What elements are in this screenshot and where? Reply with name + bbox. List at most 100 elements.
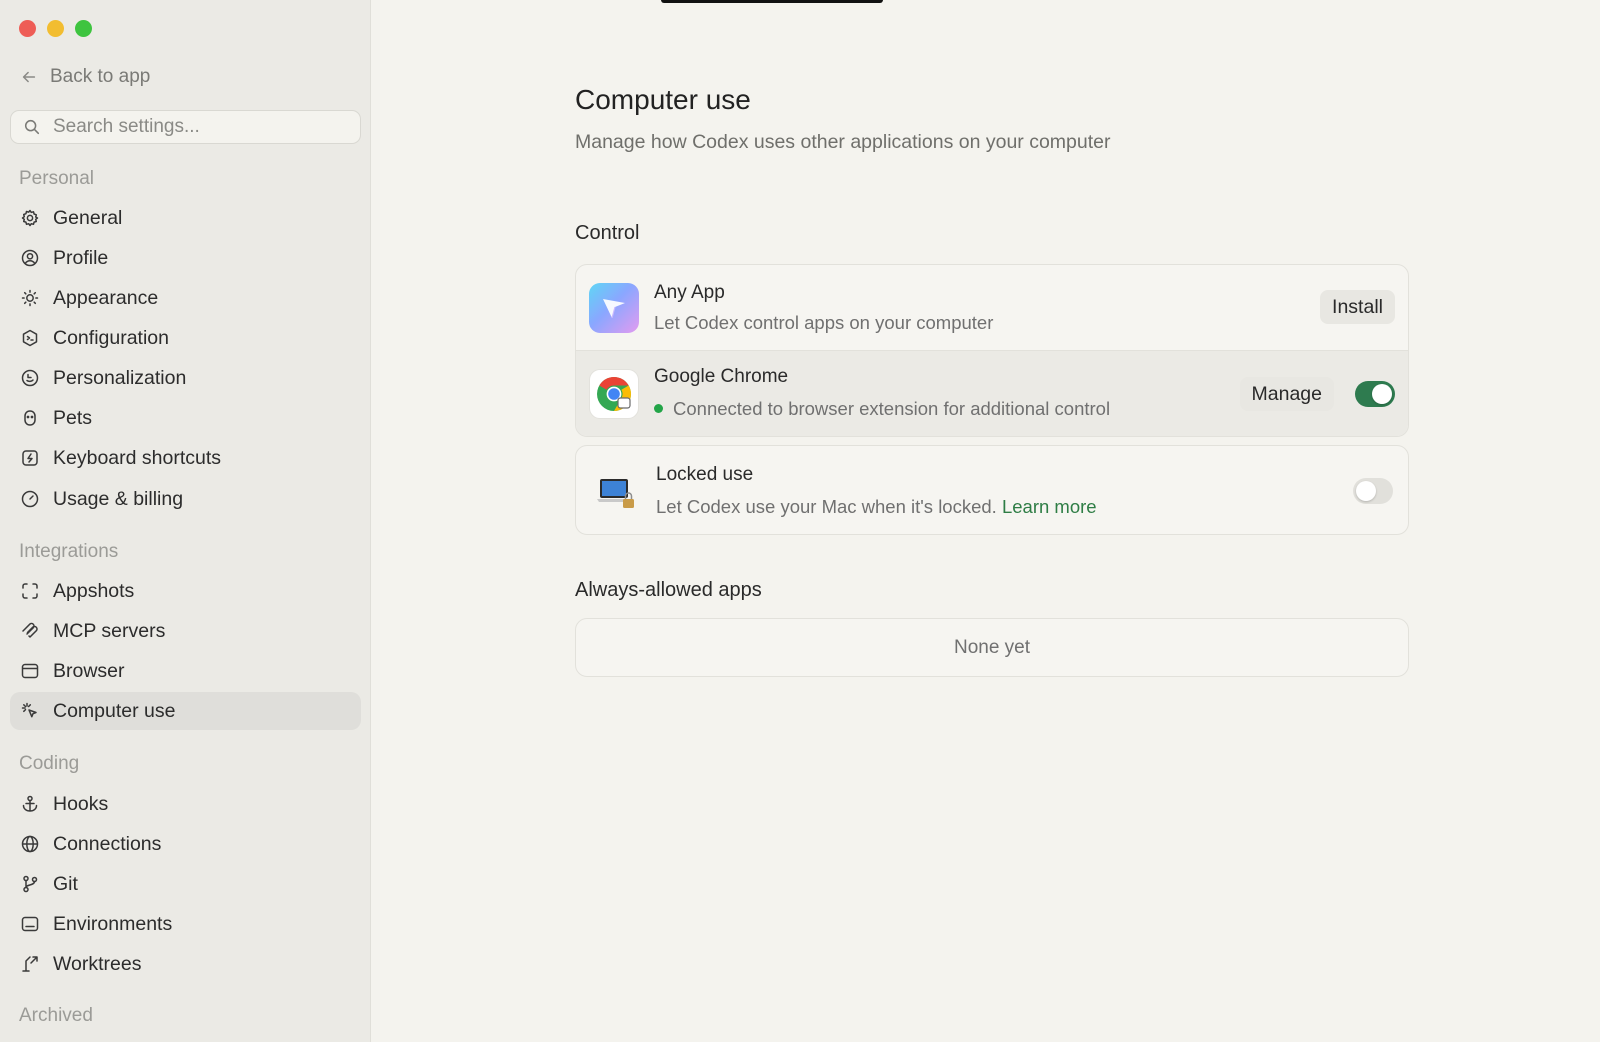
search-box[interactable] — [10, 110, 361, 144]
sidebar-item-appearance[interactable]: Appearance — [10, 279, 361, 317]
sidebar-item-usage-billing[interactable]: Usage & billing — [10, 480, 361, 518]
window-top-notch — [661, 0, 883, 3]
worktree-icon — [22, 956, 38, 972]
page-title: Computer use — [575, 84, 751, 115]
locked-use-description-text: Let Codex use your Mac when it's locked. — [656, 496, 997, 517]
locked-use-card: Locked use Let Codex use your Mac when i… — [575, 445, 1409, 535]
laptop-lock-icon — [597, 479, 634, 508]
sidebar-item-label: Hooks — [53, 792, 109, 815]
sidebar-item-label: Configuration — [53, 326, 169, 349]
always-allowed-empty-state: None yet — [953, 636, 1031, 658]
any-app-description: Let Codex control apps on your computer — [654, 312, 994, 333]
sidebar-item-label: Computer use — [53, 699, 176, 722]
google-chrome-status: Connected to browser extension for addit… — [654, 398, 1110, 420]
sidebar-item-profile[interactable]: Profile — [10, 239, 361, 277]
globe-icon — [21, 835, 39, 853]
back-to-app-link[interactable]: Back to app — [20, 66, 150, 88]
sidebar-item-git[interactable]: Git — [10, 865, 361, 903]
sidebar-item-label: Connections — [53, 832, 162, 855]
sidebar-item-label: Browser — [53, 659, 125, 682]
window-controls — [19, 20, 92, 37]
install-button[interactable]: Install — [1320, 290, 1395, 324]
sidebar-item-keyboard-shortcuts[interactable]: Keyboard shortcuts — [10, 439, 361, 477]
google-chrome-title: Google Chrome — [654, 366, 789, 387]
sidebar-item-label: General — [53, 206, 123, 229]
mcp-icon — [22, 622, 38, 638]
google-chrome-status-text: Connected to browser extension for addit… — [673, 398, 1111, 419]
locked-use-toggle[interactable] — [1353, 478, 1393, 504]
sidebar-item-configuration[interactable]: Configuration — [10, 319, 361, 357]
manage-button[interactable]: Manage — [1239, 377, 1334, 411]
sidebar-item-appshots[interactable]: Appshots — [10, 572, 361, 610]
sidebar-item-label: Appearance — [53, 286, 159, 309]
browser-window-icon — [21, 663, 39, 679]
sidebar-item-pets[interactable]: Pets — [10, 399, 361, 437]
google-chrome-toggle[interactable] — [1355, 381, 1395, 407]
sidebar: Back to app Personal General Profile App… — [0, 0, 371, 1042]
sidebar-item-general[interactable]: General — [10, 199, 361, 237]
always-allowed-heading: Always-allowed apps — [575, 579, 762, 601]
chrome-logo-icon — [597, 377, 631, 411]
sidebar-item-label: Git — [53, 872, 78, 895]
toggle-knob — [1356, 481, 1376, 501]
sidebar-item-label: Environments — [53, 912, 173, 935]
sidebar-item-label: Keyboard shortcuts — [53, 446, 222, 469]
google-chrome-icon — [589, 369, 639, 419]
paper-plane-icon — [603, 299, 625, 319]
close-window-button[interactable] — [19, 20, 36, 37]
control-card: Any App Let Codex control apps on your c… — [575, 264, 1409, 437]
any-app-title: Any App — [654, 282, 725, 303]
section-integrations: Integrations — [19, 541, 119, 562]
git-branch-icon — [23, 875, 38, 893]
locked-use-description: Let Codex use your Mac when it's locked.… — [656, 496, 1097, 518]
sidebar-item-label: Appshots — [53, 579, 135, 602]
learn-more-link[interactable]: Learn more — [1002, 496, 1097, 517]
sidebar-item-label: Personalization — [53, 366, 187, 389]
page-subtitle: Manage how Codex uses other applications… — [575, 131, 1111, 153]
search-icon — [24, 119, 40, 135]
sidebar-item-environments[interactable]: Environments — [10, 905, 361, 943]
sidebar-item-browser[interactable]: Browser — [10, 652, 361, 690]
always-allowed-card: None yet — [575, 618, 1409, 677]
sidebar-item-label: Profile — [53, 246, 109, 269]
minimize-window-button[interactable] — [47, 20, 64, 37]
sidebar-item-personalization[interactable]: Personalization — [10, 359, 361, 397]
locked-use-row: Locked use Let Codex use your Mac when i… — [576, 446, 1408, 534]
google-chrome-row: Google Chrome Connected to browser exten… — [576, 350, 1408, 436]
pet-icon — [24, 410, 36, 426]
sidebar-item-worktrees[interactable]: Worktrees — [10, 945, 361, 983]
any-app-row: Any App Let Codex control apps on your c… — [576, 265, 1408, 350]
sidebar-item-label: Worktrees — [53, 952, 142, 975]
configuration-icon — [22, 329, 38, 347]
cursor-click-icon — [21, 702, 37, 718]
section-coding: Coding — [19, 753, 80, 774]
locked-use-title: Locked use — [656, 464, 754, 485]
keyboard-icon — [22, 450, 38, 466]
sidebar-item-label: Pets — [53, 406, 93, 429]
personalization-icon — [21, 369, 39, 387]
anchor-icon — [22, 795, 38, 812]
screenshot-icon — [22, 583, 38, 599]
search-input[interactable] — [53, 116, 343, 138]
sidebar-item-connections[interactable]: Connections — [10, 825, 361, 863]
locked-laptop-icon — [591, 466, 641, 516]
sidebar-item-mcp-servers[interactable]: MCP servers — [10, 612, 361, 650]
section-personal: Personal — [19, 168, 94, 189]
sun-icon — [21, 289, 39, 307]
connected-status-dot — [654, 403, 663, 413]
user-circle-icon — [21, 249, 39, 267]
sidebar-item-hooks[interactable]: Hooks — [10, 785, 361, 823]
any-app-icon — [589, 283, 639, 333]
environment-icon — [21, 916, 39, 932]
sidebar-item-computer-use[interactable]: Computer use — [10, 692, 361, 730]
control-heading: Control — [575, 222, 640, 244]
sidebar-item-label: Usage & billing — [53, 487, 184, 510]
sidebar-item-label: MCP servers — [53, 619, 166, 642]
gear-icon — [21, 209, 39, 227]
arrow-left-icon — [22, 71, 36, 83]
back-to-app-label: Back to app — [50, 66, 151, 87]
gauge-icon — [21, 490, 39, 508]
section-archived: Archived — [19, 1005, 93, 1026]
zoom-window-button[interactable] — [75, 20, 92, 37]
toggle-knob — [1372, 384, 1392, 404]
